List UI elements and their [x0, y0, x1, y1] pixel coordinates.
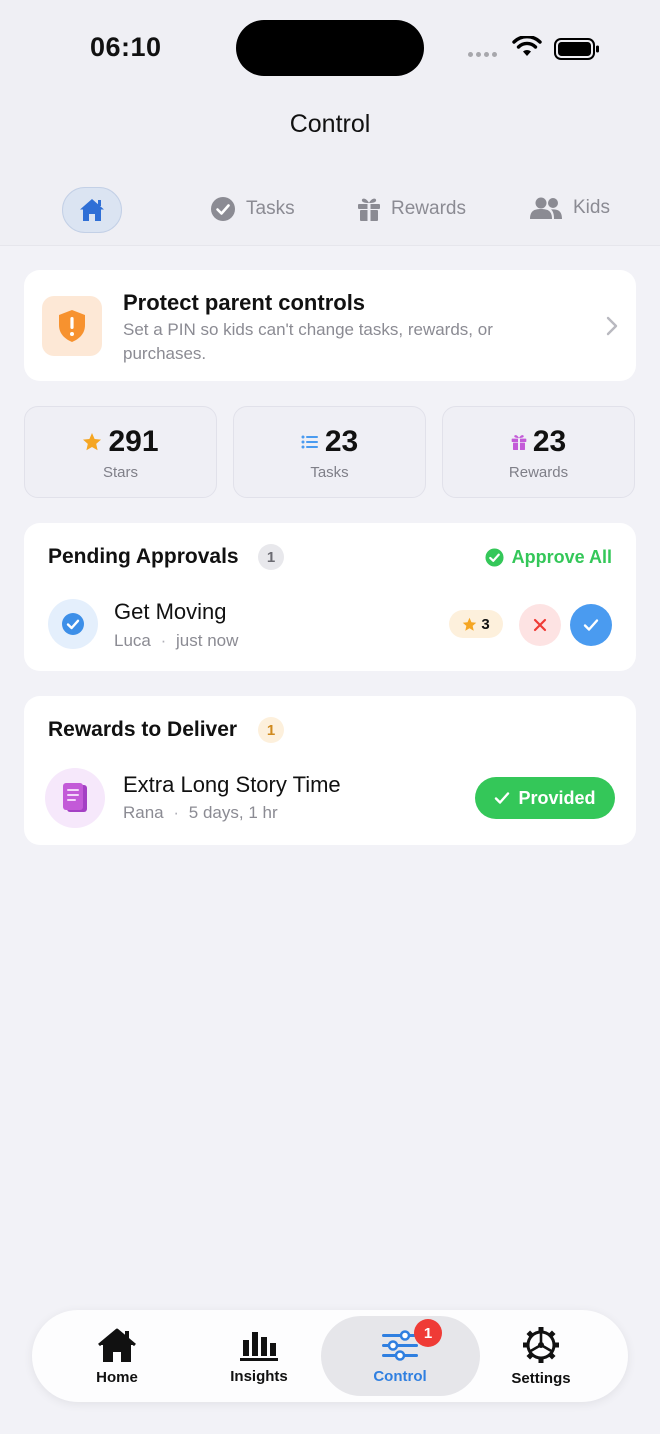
gift-icon: [511, 435, 527, 450]
shield-warning-icon: [59, 310, 85, 342]
segment-rewards[interactable]: Rewards: [357, 196, 466, 222]
pending-item-subtitle: Luca · just now: [114, 631, 239, 650]
deliver-item-title: Extra Long Story Time: [123, 772, 341, 797]
list-icon: [301, 435, 318, 449]
tab-insights-label: Insights: [230, 1367, 288, 1385]
stat-tasks: 23 Tasks: [233, 406, 426, 498]
checkmark-circle-icon: [211, 197, 235, 221]
checkmark-icon: [495, 792, 510, 804]
header-area: 06:10 Control Tasks Rewards Kids: [0, 0, 660, 246]
deliver-count-badge: 1: [258, 717, 284, 743]
cellular-signal-icon: [468, 52, 497, 57]
deliver-item-kid: Rana: [123, 803, 164, 822]
reject-button[interactable]: [519, 604, 561, 646]
approve-all-label: Approve All: [511, 547, 612, 567]
stat-stars: 291 Stars: [24, 406, 217, 498]
stat-tasks-label: Tasks: [310, 464, 349, 481]
page-title: Control: [289, 110, 371, 138]
tab-control-label: Control: [373, 1367, 427, 1385]
tab-bar: Home Insights Control 1 Settings: [32, 1310, 628, 1402]
status-icons: [466, 34, 606, 62]
checkmark-circle-icon: [62, 613, 84, 635]
chevron-right-icon: [606, 316, 618, 336]
pending-item-title: Get Moving: [114, 599, 227, 624]
tab-home-label: Home: [96, 1368, 138, 1386]
segment-tasks[interactable]: Tasks: [210, 196, 295, 222]
provided-label: Provided: [518, 787, 596, 808]
provided-button[interactable]: Provided: [475, 777, 615, 819]
dynamic-island: [236, 20, 424, 76]
stat-stars-label: Stars: [102, 464, 138, 481]
segment-home[interactable]: [62, 187, 122, 233]
tab-home[interactable]: Home: [67, 1310, 167, 1402]
approve-all-button[interactable]: Approve All: [485, 547, 612, 568]
gear-icon: [523, 1326, 559, 1363]
house-icon: [98, 1328, 136, 1362]
pending-item-time: just now: [176, 631, 239, 650]
bar-chart-icon: [240, 1331, 278, 1361]
deliver-item-subtitle: Rana · 5 days, 1 hr: [123, 803, 278, 822]
pending-item-kid: Luca: [114, 631, 151, 650]
star-icon: [463, 617, 477, 631]
protect-description: Set a PIN so kids can't change tasks, re…: [123, 320, 493, 363]
stat-tasks-value: 23: [324, 425, 359, 458]
segment-rewards-label: Rewards: [391, 198, 466, 219]
stat-stars-value: 291: [108, 425, 159, 458]
tab-control-badge: 1: [414, 1319, 442, 1347]
stat-rewards: 23 Rewards: [442, 406, 635, 498]
protect-title: Protect parent controls: [123, 290, 366, 315]
status-time: 06:10: [90, 32, 162, 62]
stat-rewards-label: Rewards: [508, 464, 569, 481]
deliver-item-time: 5 days, 1 hr: [188, 803, 278, 822]
battery-icon: [554, 38, 599, 60]
pending-item-stars: 3: [481, 615, 490, 633]
protect-icon-container: [42, 296, 102, 356]
stat-rewards-value: 23: [532, 425, 567, 458]
pending-approvals-card: Pending Approvals 1 Approve All Get Movi…: [24, 523, 636, 671]
gift-icon: [358, 198, 380, 221]
checkmark-icon: [583, 619, 599, 631]
tab-insights[interactable]: Insights: [209, 1310, 309, 1402]
task-check-icon-container: [48, 599, 98, 649]
book-icon: [63, 783, 87, 812]
checkmark-circle-icon: [485, 548, 504, 567]
segment-tasks-label: Tasks: [246, 198, 295, 219]
rewards-to-deliver-title: Rewards to Deliver: [48, 718, 238, 741]
tab-settings[interactable]: Settings: [491, 1310, 591, 1402]
tab-settings-label: Settings: [511, 1369, 571, 1387]
approve-button[interactable]: [570, 604, 612, 646]
segment-kids-label: Kids: [573, 197, 610, 218]
protect-controls-card[interactable]: Protect parent controls Set a PIN so kid…: [24, 270, 636, 381]
rewards-to-deliver-card: Rewards to Deliver 1 Extra Long Story Ti…: [24, 696, 636, 845]
pending-item-stars-pill: 3: [449, 610, 503, 638]
segment-kids[interactable]: Kids: [529, 196, 610, 220]
pending-approvals-title: Pending Approvals: [48, 545, 239, 568]
close-icon: [533, 618, 547, 632]
wifi-icon: [512, 36, 542, 56]
star-icon: [83, 433, 102, 451]
people-icon: [530, 197, 562, 219]
segment-control: Tasks Rewards Kids: [0, 184, 660, 236]
pending-count-badge: 1: [258, 544, 284, 570]
reward-icon-container: [45, 768, 105, 828]
house-icon: [80, 199, 104, 221]
